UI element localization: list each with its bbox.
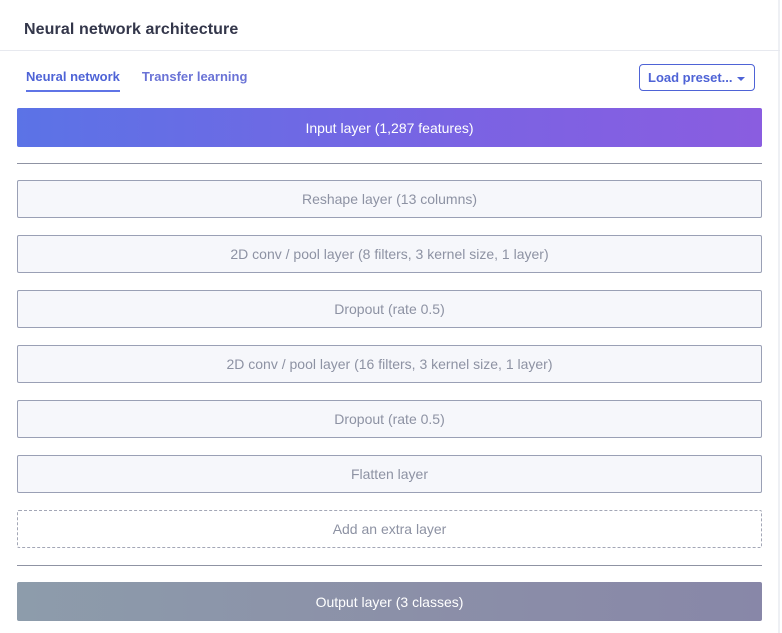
layer-conv2d-1[interactable]: 2D conv / pool layer (8 filters, 3 kerne… (17, 235, 762, 273)
chevron-down-icon (737, 77, 745, 81)
divider-bottom (17, 565, 762, 566)
layer-conv2d-2[interactable]: 2D conv / pool layer (16 filters, 3 kern… (17, 345, 762, 383)
input-layer-button[interactable]: Input layer (1,287 features) (17, 108, 762, 147)
load-preset-dropdown[interactable]: Load preset... (639, 64, 755, 91)
architecture-panel: Neural network architecture Neural netwo… (0, 0, 780, 633)
layer-dropout-2[interactable]: Dropout (rate 0.5) (17, 400, 762, 438)
tab-bar: Neural network Transfer learning (26, 68, 269, 92)
layer-reshape[interactable]: Reshape layer (13 columns) (17, 180, 762, 218)
tab-neural-network[interactable]: Neural network (26, 68, 120, 92)
layer-dropout-1[interactable]: Dropout (rate 0.5) (17, 290, 762, 328)
tab-transfer-learning[interactable]: Transfer learning (142, 68, 247, 92)
divider-top (17, 163, 762, 164)
page-title: Neural network architecture (24, 21, 239, 38)
add-layer-button[interactable]: Add an extra layer (17, 510, 762, 548)
layer-flatten[interactable]: Flatten layer (17, 455, 762, 493)
panel-header: Neural network architecture (0, 0, 780, 51)
output-layer-button[interactable]: Output layer (3 classes) (17, 582, 762, 621)
load-preset-label: Load preset... (648, 70, 733, 85)
